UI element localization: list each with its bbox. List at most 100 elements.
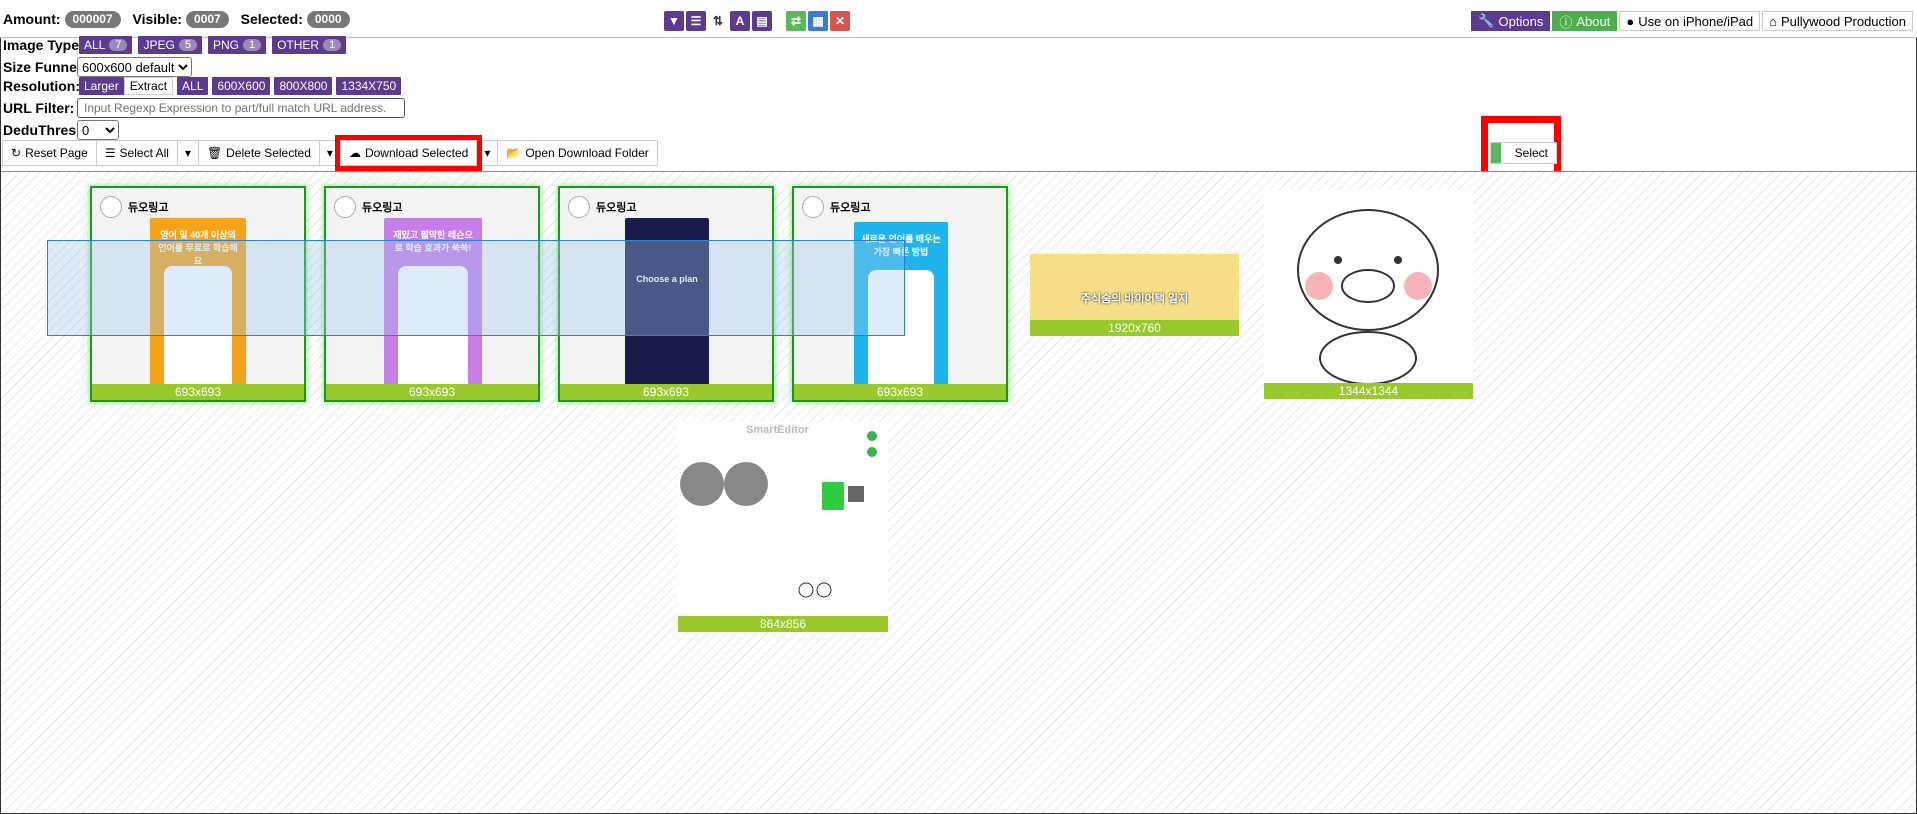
options-label: Options xyxy=(1498,13,1544,29)
image-gallery: 듀오링고 영어 및 40개 이상의 언어를 무료로 학습해요 693x693 듀… xyxy=(1,171,1916,813)
select-toggle[interactable]: Select xyxy=(1490,142,1557,164)
home-icon: ⌂ xyxy=(1769,13,1777,29)
type-jpeg-button[interactable]: JPEG 5 xyxy=(138,36,202,54)
type-name: PNG xyxy=(212,38,239,52)
image-dimensions: 693x693 xyxy=(560,384,772,400)
image-dimensions: 1344x1344 xyxy=(1264,383,1473,399)
trash-icon: 🗑 xyxy=(206,146,223,160)
image-type-label: Image Type: xyxy=(3,37,84,53)
select-all-button[interactable]: ☰ Select All xyxy=(95,140,178,166)
reset-label: Reset Page xyxy=(25,146,88,160)
sort-icon[interactable]: ⇅ xyxy=(708,11,728,31)
open-folder-label: Open Download Folder xyxy=(525,146,649,160)
image-dimensions: 693x693 xyxy=(794,384,1006,400)
production-label: Pullywood Production xyxy=(1780,13,1906,29)
url-filter-input[interactable] xyxy=(77,98,405,118)
resolution-800-button[interactable]: 800X800 xyxy=(274,77,333,95)
font-icon[interactable]: A xyxy=(730,11,750,31)
brand-name: 듀오링고 xyxy=(362,202,403,214)
image-type-row: Image Type: ALL 7 JPEG 5 PNG 1 OTHER 1 xyxy=(3,34,352,56)
delete-label: Delete Selected xyxy=(226,146,311,160)
selected-label: Selected: xyxy=(240,11,303,27)
swap-icon[interactable]: ⇄ xyxy=(786,11,806,31)
dedu-select[interactable]: 0 xyxy=(77,120,119,140)
reset-page-button[interactable]: ↻ Reset Page xyxy=(2,140,97,166)
type-other-button[interactable]: OTHER 1 xyxy=(272,36,347,54)
type-name: JPEG xyxy=(143,38,175,52)
select-toggle-label: Select xyxy=(1514,146,1548,160)
filter-icon[interactable]: ▼ xyxy=(664,11,684,31)
edit-tools: ⇄ ▦ ✕ xyxy=(786,11,850,31)
url-filter-row: URL Filter: xyxy=(3,97,405,119)
brand-name: 듀오링고 xyxy=(596,202,637,214)
open-download-folder-button[interactable]: 📂 Open Download Folder xyxy=(497,140,658,166)
about-label: About xyxy=(1576,13,1611,29)
type-count: 5 xyxy=(178,39,197,51)
toggle-knob xyxy=(1491,143,1501,163)
document-icon[interactable]: ▦ xyxy=(808,11,828,31)
pig-logo-icon xyxy=(334,196,356,218)
options-button[interactable]: 🔧 Options xyxy=(1471,11,1551,31)
iphone-label: Use on iPhone/iPad xyxy=(1638,13,1754,29)
wrench-icon: 🔧 xyxy=(1478,13,1495,28)
refresh-icon: ↻ xyxy=(11,146,22,160)
type-count: 1 xyxy=(323,39,342,51)
cloud-download-icon: ☁ xyxy=(348,146,361,160)
pig-logo-icon xyxy=(802,196,824,218)
type-png-button[interactable]: PNG 1 xyxy=(207,36,267,54)
drag-selection-rectangle xyxy=(47,240,905,336)
select-all-label: Select All xyxy=(119,146,169,160)
resolution-all-button[interactable]: ALL xyxy=(177,77,209,95)
top-bar: Amount: 000007 Visible: 0007 Selected: 0000… xyxy=(0,0,1917,38)
resolution-row: Resolution: Larger Extract ALL 600X600 8… xyxy=(3,75,405,97)
size-funnel-select[interactable]: 600x600 default xyxy=(77,57,192,77)
close-icon[interactable]: ✕ xyxy=(830,11,850,31)
type-count: 1 xyxy=(242,39,262,51)
image-card[interactable]: SmartEditor 864x856 xyxy=(678,422,888,632)
amount-label: Amount: xyxy=(3,11,61,27)
image-card[interactable]: 주식숨의 바이어택 일지 1920x760 xyxy=(1030,254,1239,336)
size-funnel-label: Size Funnel: xyxy=(3,59,86,75)
type-name: OTHER xyxy=(277,38,320,52)
apple-icon: ● xyxy=(1626,13,1635,29)
about-button[interactable]: ⓘ About xyxy=(1552,11,1618,31)
iphone-button[interactable]: ● Use on iPhone/iPad xyxy=(1619,11,1761,31)
type-count: 7 xyxy=(109,39,128,51)
delete-dropdown[interactable]: ▾ xyxy=(318,140,341,166)
caret-down-icon: ▾ xyxy=(326,146,333,160)
folder-icon: 📂 xyxy=(506,146,522,160)
dedu-row: DeduThres: 0 xyxy=(3,119,119,141)
smarteditor-text: SmartEditor xyxy=(746,424,809,436)
card-brand: 듀오링고 xyxy=(568,196,636,218)
banner-text: 주식숨의 바이어택 일지 xyxy=(1080,293,1189,305)
stats-bar: Amount: 000007 Visible: 0007 Selected: 0000 xyxy=(3,11,358,28)
pig-illustration xyxy=(1297,209,1439,385)
card-brand: 듀오링고 xyxy=(802,196,870,218)
image-dimensions: 693x693 xyxy=(92,384,304,400)
image-card[interactable]: 1344x1344 xyxy=(1264,190,1473,399)
resolution-600-button[interactable]: 600X600 xyxy=(212,77,271,95)
production-button[interactable]: ⌂ Pullywood Production xyxy=(1762,11,1913,31)
type-all-button[interactable]: ALL 7 xyxy=(79,36,133,54)
details-icon[interactable]: ▤ xyxy=(752,11,772,31)
delete-selected-button[interactable]: 🗑 Delete Selected xyxy=(197,140,320,166)
image-dimensions: 1920x760 xyxy=(1030,320,1239,336)
view-tools: ▼ ☰ ⇅ A ▤ xyxy=(664,11,772,31)
visible-label: Visible: xyxy=(132,11,183,27)
resolution-larger-button[interactable]: Larger xyxy=(79,77,124,95)
download-dropdown[interactable]: ▾ xyxy=(476,140,499,166)
type-name: ALL xyxy=(84,38,106,52)
resolution-extract-button[interactable]: Extract xyxy=(123,77,174,95)
card-brand: 듀오링고 xyxy=(334,196,402,218)
list-icon[interactable]: ☰ xyxy=(686,11,706,31)
download-selected-button[interactable]: ☁ Download Selected xyxy=(334,135,483,171)
image-dimensions: 693x693 xyxy=(326,384,538,400)
url-filter-label: URL Filter: xyxy=(3,100,75,116)
image-dimensions: 864x856 xyxy=(678,616,888,632)
pig-logo-icon xyxy=(100,196,122,218)
select-all-dropdown[interactable]: ▾ xyxy=(176,140,199,166)
pig-logo-icon xyxy=(568,196,590,218)
resolution-1334-button[interactable]: 1334X750 xyxy=(336,77,402,95)
card-brand: 듀오링고 xyxy=(100,196,168,218)
download-label: Download Selected xyxy=(364,146,469,160)
